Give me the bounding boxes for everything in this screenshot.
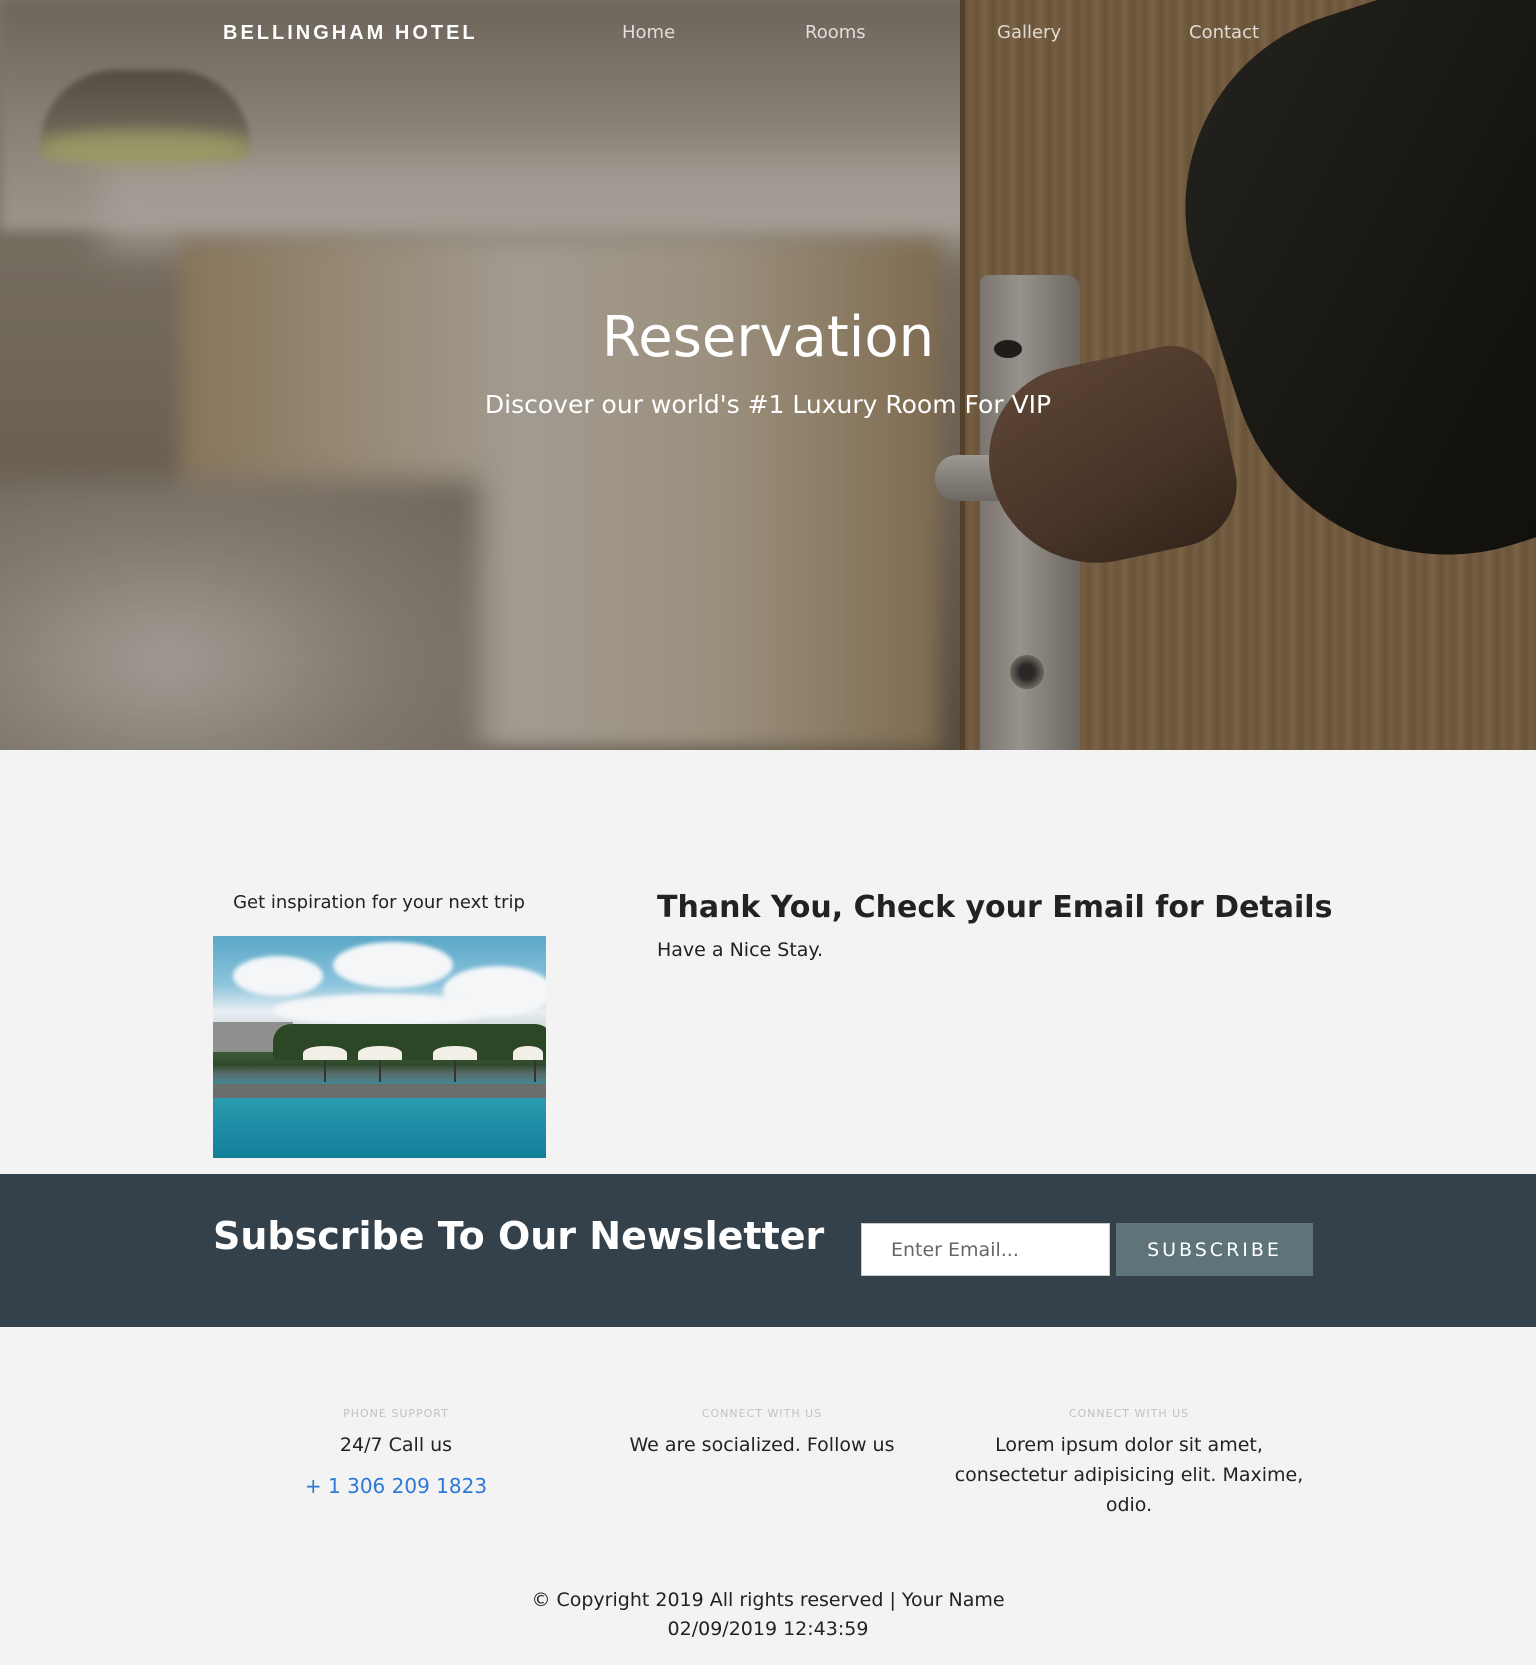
footer-social: CONNECT WITH US We are socialized. Follo…: [597, 1407, 927, 1460]
pool-image-umbrella: [303, 1046, 347, 1082]
footer-text: 24/7 Call us: [339, 1434, 453, 1456]
page-title: Reservation: [601, 305, 935, 370]
confirmation-title: Thank You, Check your Email for Details: [657, 890, 1333, 925]
pool-image-cloud: [233, 956, 323, 996]
footer-text: Lorem ipsum dolor sit amet, consectetur …: [954, 1434, 1304, 1516]
hero-overlay: [0, 0, 1536, 750]
copyright-text: © Copyright 2019 All rights reserved | Y…: [531, 1589, 1005, 1611]
footer: PHONE SUPPORT 24/7 Call us + 1 306 209 1…: [0, 1327, 1536, 1665]
footer-timestamp: 02/09/2019 12:43:59: [667, 1618, 869, 1640]
footer-heading: CONNECT WITH US: [701, 1407, 823, 1420]
phone-link[interactable]: + 1 306 209 1823: [305, 1474, 487, 1498]
footer-heading: PHONE SUPPORT: [343, 1407, 449, 1420]
footer-phone-support: PHONE SUPPORT 24/7 Call us + 1 306 209 1…: [231, 1407, 561, 1498]
hero-subtitle: Discover our world's #1 Luxury Room For …: [484, 390, 1052, 419]
nav-contact[interactable]: Contact: [1189, 22, 1259, 43]
pool-image: [213, 936, 546, 1158]
newsletter-email-input[interactable]: [861, 1223, 1110, 1276]
newsletter-section: Subscribe To Our Newsletter SUBSCRIBE: [0, 1174, 1536, 1327]
nav-gallery[interactable]: Gallery: [997, 22, 1061, 43]
inspiration-caption: Get inspiration for your next trip: [233, 892, 525, 913]
pool-image-cloud: [333, 942, 453, 988]
footer-text: We are socialized. Follow us: [629, 1434, 895, 1456]
footer-about: CONNECT WITH US Lorem ipsum dolor sit am…: [943, 1407, 1315, 1520]
top-navigation: BELLINGHAM HOTEL Home Rooms Gallery Cont…: [0, 0, 1536, 70]
pool-image-umbrella: [358, 1046, 402, 1082]
footer-heading: CONNECT WITH US: [1068, 1407, 1190, 1420]
brand-logo[interactable]: BELLINGHAM HOTEL: [223, 22, 478, 45]
pool-image-umbrella: [513, 1046, 543, 1082]
copyright: © Copyright 2019 All rights reserved | Y…: [0, 1586, 1536, 1644]
pool-image-umbrella: [433, 1046, 477, 1082]
confirmation-section: Get inspiration for your next trip Thank…: [0, 750, 1536, 1174]
subscribe-button[interactable]: SUBSCRIBE: [1116, 1223, 1313, 1276]
confirmation-subtitle: Have a Nice Stay.: [657, 939, 823, 961]
hero-banner: Reservation Discover our world's #1 Luxu…: [0, 0, 1536, 750]
nav-home[interactable]: Home: [622, 22, 675, 43]
newsletter-title: Subscribe To Our Newsletter: [213, 1214, 825, 1258]
pool-image-cloud: [273, 994, 493, 1026]
nav-rooms[interactable]: Rooms: [805, 22, 866, 43]
pool-image-deck: [213, 1084, 546, 1098]
